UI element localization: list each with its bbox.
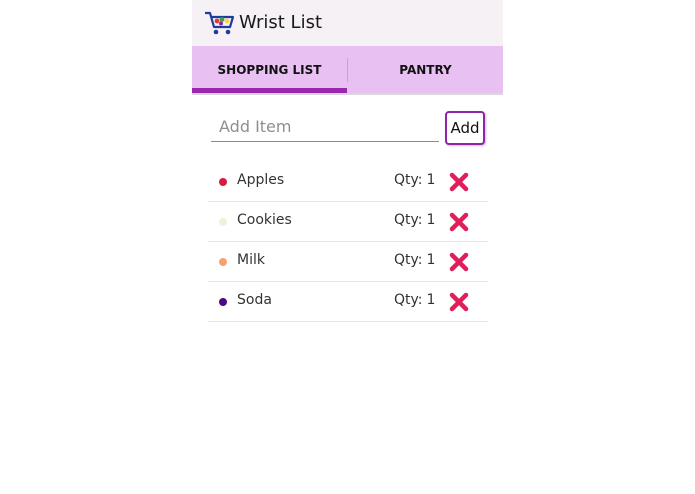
item-color-dot [219, 258, 227, 266]
qty-value: 1 [426, 292, 436, 308]
delete-icon[interactable] [448, 291, 470, 313]
list-item[interactable]: Soda Qty: 1 [208, 282, 488, 322]
item-name: Milk [237, 252, 265, 268]
item-color-dot [219, 178, 227, 186]
add-button[interactable]: Add [445, 111, 485, 145]
delete-icon[interactable] [448, 211, 470, 233]
item-quantity: Qty: 1 [394, 292, 435, 308]
add-item-field-wrap [211, 112, 441, 144]
item-quantity: Qty: 1 [394, 252, 435, 268]
item-name: Apples [237, 172, 285, 188]
tab-bar-shadow [192, 93, 503, 95]
tab-shopping-list[interactable]: SHOPPING LIST [192, 46, 347, 94]
item-name: Cookies [237, 212, 292, 228]
tab-pantry[interactable]: PANTRY [348, 46, 503, 94]
app-title: Wrist List [239, 12, 323, 33]
qty-label: Qty: [394, 252, 423, 268]
delete-icon[interactable] [448, 171, 470, 193]
qty-label: Qty: [394, 172, 423, 188]
shopping-cart-icon [205, 11, 235, 35]
item-quantity: Qty: 1 [394, 212, 435, 228]
action-bar: Wrist List [192, 0, 503, 46]
qty-value: 1 [426, 212, 436, 228]
qty-label: Qty: [394, 292, 423, 308]
item-name: Soda [237, 292, 272, 308]
list-item[interactable]: Apples Qty: 1 [208, 162, 488, 202]
list-item[interactable]: Cookies Qty: 1 [208, 202, 488, 242]
qty-value: 1 [426, 172, 436, 188]
delete-icon[interactable] [448, 251, 470, 273]
item-color-dot [219, 218, 227, 226]
tab-bar: SHOPPING LIST PANTRY [192, 46, 503, 94]
list-item[interactable]: Milk Qty: 1 [208, 242, 488, 282]
qty-label: Qty: [394, 212, 423, 228]
app-screen: Wrist List SHOPPING LIST PANTRY Add Appl… [192, 0, 503, 494]
item-quantity: Qty: 1 [394, 172, 435, 188]
shopping-list: Apples Qty: 1 Cookies Qty: 1 Milk Qty: 1 So… [208, 162, 488, 322]
qty-value: 1 [426, 252, 436, 268]
item-color-dot [219, 298, 227, 306]
add-item-input[interactable] [211, 112, 439, 142]
